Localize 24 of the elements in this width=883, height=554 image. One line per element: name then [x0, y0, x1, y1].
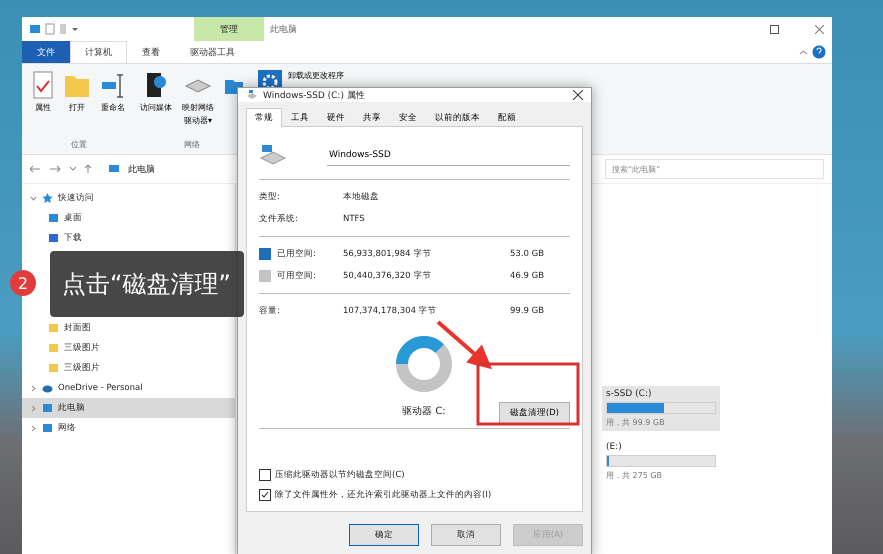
group-label: 位置 [71, 139, 87, 150]
byte-count: 56,933,801,984 字节 [343, 248, 432, 260]
field-label: 文件系统: [259, 213, 299, 225]
drive-space: 用，共 275 GB [606, 470, 664, 481]
drive-label: 驱动器 C: [402, 405, 446, 418]
field-label: 类型: [259, 191, 281, 203]
field-value: NTFS [343, 214, 366, 224]
size-value: 53.0 GB [510, 249, 546, 259]
step-number: 2 [10, 270, 36, 296]
dialog-title: Windows-SSD (C:) 属性 [263, 90, 365, 102]
window-title: 此电脑 [270, 24, 297, 36]
drive-name: (E:) [606, 442, 623, 452]
field-value: 本地磁盘 [343, 191, 380, 203]
field-label: 可用空间: [277, 270, 316, 282]
field-label: 已用空间: [277, 248, 316, 260]
drive-name: s-SSD (C:) [606, 389, 652, 399]
group-label: 网络 [184, 139, 200, 150]
field-label: 容量: [259, 305, 281, 317]
callout-text: 点击“磁盘清理” [62, 269, 231, 300]
size-value: 46.9 GB [510, 271, 546, 281]
byte-count: 107,374,178,304 字节 [343, 305, 438, 317]
size-value: 99.9 GB [510, 306, 546, 316]
drive-space: 用，共 99.9 GB [606, 417, 666, 428]
byte-count: 50,440,376,320 字节 [343, 270, 432, 282]
